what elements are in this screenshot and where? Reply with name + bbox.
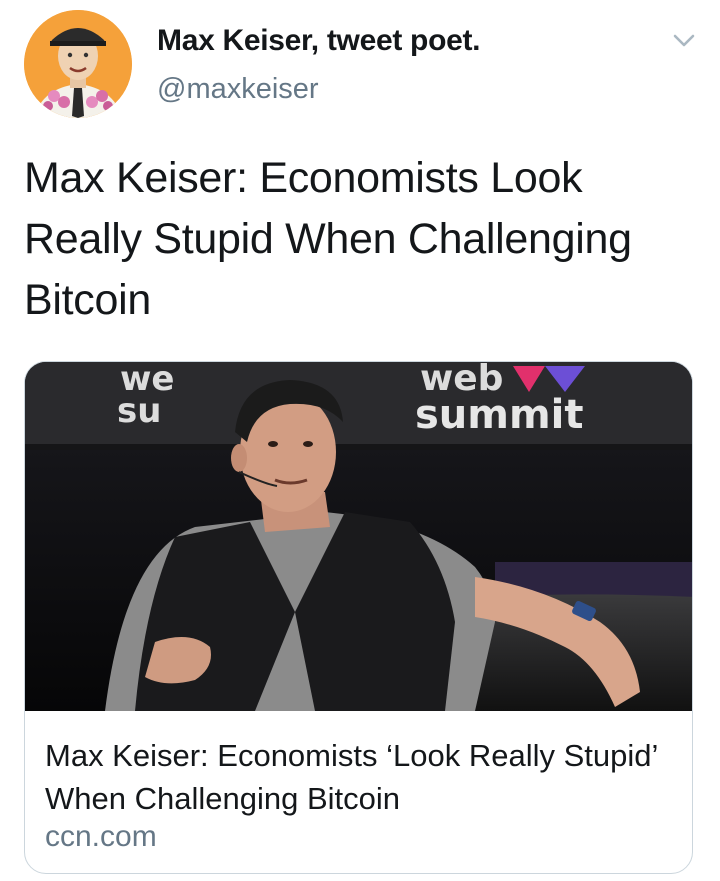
- author-display-name[interactable]: Max Keiser, tweet poet.: [157, 24, 481, 58]
- logo-text-left-bottom: su: [117, 391, 161, 431]
- caricature-avatar-icon: [24, 10, 132, 118]
- card-domain: ccn.com: [45, 820, 157, 853]
- link-card[interactable]: we su web summit Max Keiser: Economists …: [24, 361, 693, 874]
- card-image[interactable]: we su web summit: [25, 362, 692, 711]
- tweet-header: Max Keiser, tweet poet. @maxkeiser: [0, 0, 720, 130]
- speaker-photo: we su web summit: [25, 362, 692, 711]
- card-title[interactable]: Max Keiser: Economists ‘Look Really Stup…: [45, 734, 665, 820]
- tweet-text: Max Keiser: Economists Look Really Stupi…: [24, 154, 632, 324]
- tweet-menu-button[interactable]: [668, 24, 700, 56]
- chevron-down-icon: [673, 34, 695, 47]
- author-avatar[interactable]: [24, 10, 132, 118]
- logo-text-right-bottom: summit: [415, 392, 583, 438]
- author-handle[interactable]: @maxkeiser: [157, 73, 319, 106]
